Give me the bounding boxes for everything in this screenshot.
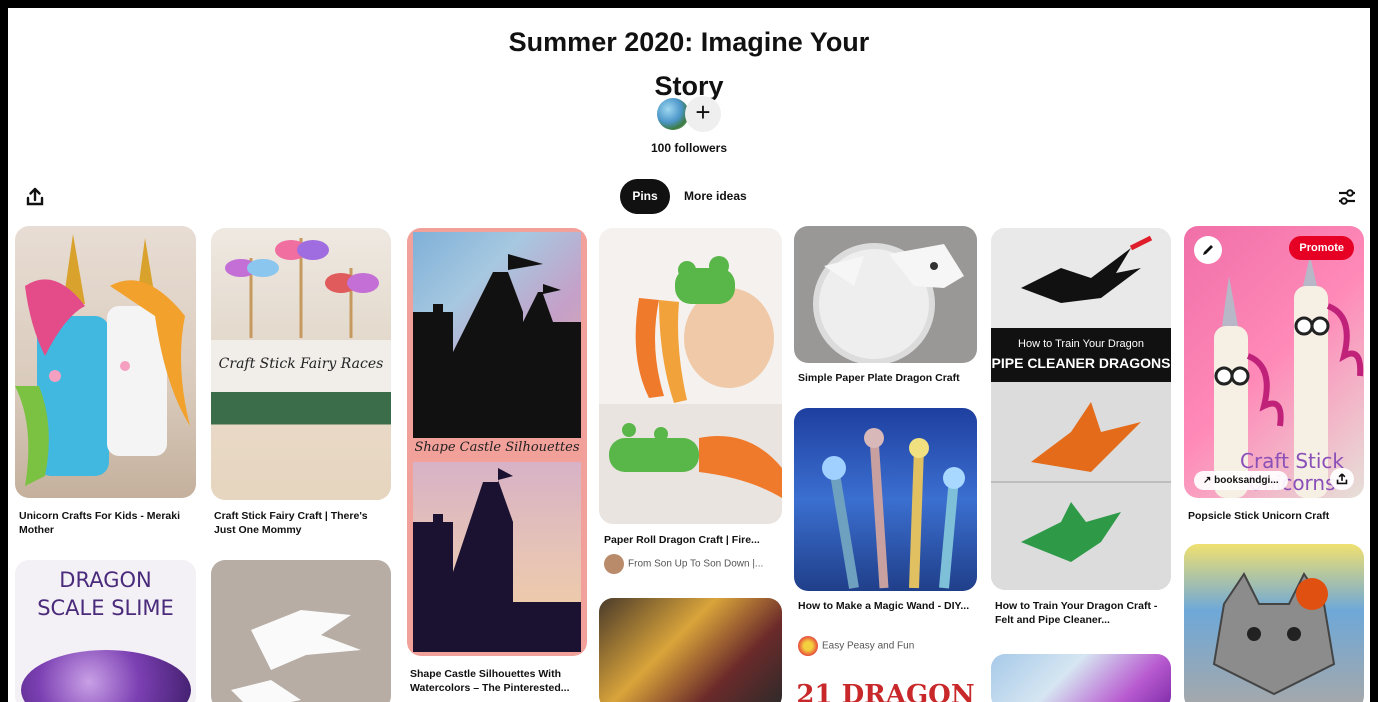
share-icon bbox=[26, 187, 44, 206]
pin-title[interactable]: Paper Roll Dragon Craft | Fire... bbox=[604, 533, 779, 547]
pin-link-label: booksandgi... bbox=[1214, 475, 1279, 486]
arrow-icon: ↗ bbox=[1203, 475, 1215, 486]
pin-image[interactable]: How to Train Your Dragon PIPE CLEANER DR… bbox=[991, 228, 1171, 590]
pin-image[interactable] bbox=[15, 226, 196, 498]
filter-icon bbox=[1339, 189, 1355, 205]
magic-wand-illustration bbox=[822, 428, 965, 589]
pin-title[interactable]: Simple Paper Plate Dragon Craft bbox=[798, 371, 978, 385]
pin-source[interactable]: From Son Up To Son Down |... bbox=[604, 554, 784, 574]
tab-pins[interactable]: Pins bbox=[620, 179, 670, 214]
add-collaborator-button[interactable]: + bbox=[685, 96, 721, 132]
pencil-icon bbox=[1203, 245, 1213, 255]
share-button[interactable] bbox=[24, 186, 46, 208]
board-title: Summer 2020: Imagine Your Story bbox=[8, 20, 1370, 108]
pin-source-name: From Son Up To Son Down |... bbox=[628, 558, 764, 570]
pin-overlay-text-2: PIPE CLEANER DRAGONS bbox=[991, 355, 1171, 371]
wolf-mask-illustration bbox=[1212, 572, 1336, 696]
paper-roll-dragon-illustration bbox=[599, 228, 782, 524]
pin-title[interactable]: How to Train Your Dragon Craft - Felt an… bbox=[995, 599, 1170, 627]
toothless-illustration bbox=[991, 228, 1171, 328]
board-title-line-1: Summer 2020: Imagine Your bbox=[508, 27, 870, 57]
pin-image[interactable] bbox=[794, 226, 977, 363]
tab-more-ideas[interactable]: More ideas bbox=[676, 179, 755, 214]
pin-image[interactable]: 21 DRAGON bbox=[794, 674, 977, 702]
title-banner: How to Train Your Dragon PIPE CLEANER DR… bbox=[991, 328, 1171, 382]
pin-image[interactable] bbox=[211, 560, 391, 702]
edit-pin-button[interactable] bbox=[1194, 236, 1222, 264]
pin-source[interactable]: Easy Peasy and Fun bbox=[798, 636, 914, 656]
pin-overlay-text: DRAGON SCALE SLIME bbox=[37, 568, 174, 620]
pin-image[interactable] bbox=[599, 228, 782, 524]
castle-silhouette-2 bbox=[413, 468, 581, 652]
pin-overlay-text-1: How to Train Your Dragon bbox=[1018, 338, 1144, 350]
pin-overlay-text: 21 DRAGON bbox=[796, 680, 975, 702]
pin-title[interactable]: Popsicle Stick Unicorn Craft bbox=[1188, 509, 1363, 523]
source-avatar bbox=[798, 636, 818, 656]
pin-image[interactable]: Shape Castle Silhouettes bbox=[407, 228, 587, 656]
share-icon bbox=[1336, 473, 1348, 485]
fairy-sticks-illustration bbox=[225, 238, 379, 338]
collaborators: + bbox=[657, 96, 737, 132]
pin-image[interactable]: DRAGON SCALE SLIME bbox=[15, 560, 196, 702]
pin-source-name: Easy Peasy and Fun bbox=[822, 640, 915, 652]
pin-image[interactable] bbox=[599, 598, 782, 702]
pin-overlay-text: Shape Castle Silhouettes bbox=[414, 440, 580, 455]
unicorn-illustration bbox=[15, 234, 190, 486]
pipe-dragons-illustration bbox=[991, 382, 1171, 590]
pin-image[interactable] bbox=[1184, 544, 1364, 702]
pin-link-button[interactable]: ↗ booksandgi... bbox=[1194, 471, 1288, 490]
pin-image[interactable]: Craft Stick Fairy Races bbox=[211, 228, 391, 500]
pin-image[interactable] bbox=[991, 654, 1171, 702]
board-page: Summer 2020: Imagine Your Story + 100 fo… bbox=[8, 8, 1370, 702]
pin-title[interactable]: How to Make a Magic Wand - DIY... bbox=[798, 599, 973, 613]
promote-button[interactable]: Promote bbox=[1289, 236, 1354, 260]
pin-title[interactable]: Shape Castle Silhouettes With Watercolor… bbox=[410, 667, 585, 695]
pin-share-button[interactable] bbox=[1330, 468, 1354, 490]
paper-plate-illustration bbox=[813, 243, 964, 363]
pin-title[interactable]: Unicorn Crafts For Kids - Meraki Mother bbox=[19, 509, 194, 537]
pin-overlay-text: Craft Stick Fairy Races bbox=[218, 356, 384, 372]
pin-title[interactable]: Craft Stick Fairy Craft | There's Just O… bbox=[214, 509, 389, 537]
pin-image[interactable]: Craft Stick Unicorns Promote ↗ booksandg… bbox=[1184, 226, 1364, 498]
pin-image[interactable] bbox=[794, 408, 977, 591]
paper-dragon-illustration bbox=[231, 610, 361, 702]
fairy-race-photo bbox=[211, 392, 391, 500]
followers-count[interactable]: 100 followers bbox=[8, 141, 1370, 155]
organize-button[interactable] bbox=[1336, 186, 1358, 208]
slime-blob bbox=[21, 650, 191, 702]
castle-silhouette-1 bbox=[413, 254, 581, 438]
source-avatar bbox=[604, 554, 624, 574]
